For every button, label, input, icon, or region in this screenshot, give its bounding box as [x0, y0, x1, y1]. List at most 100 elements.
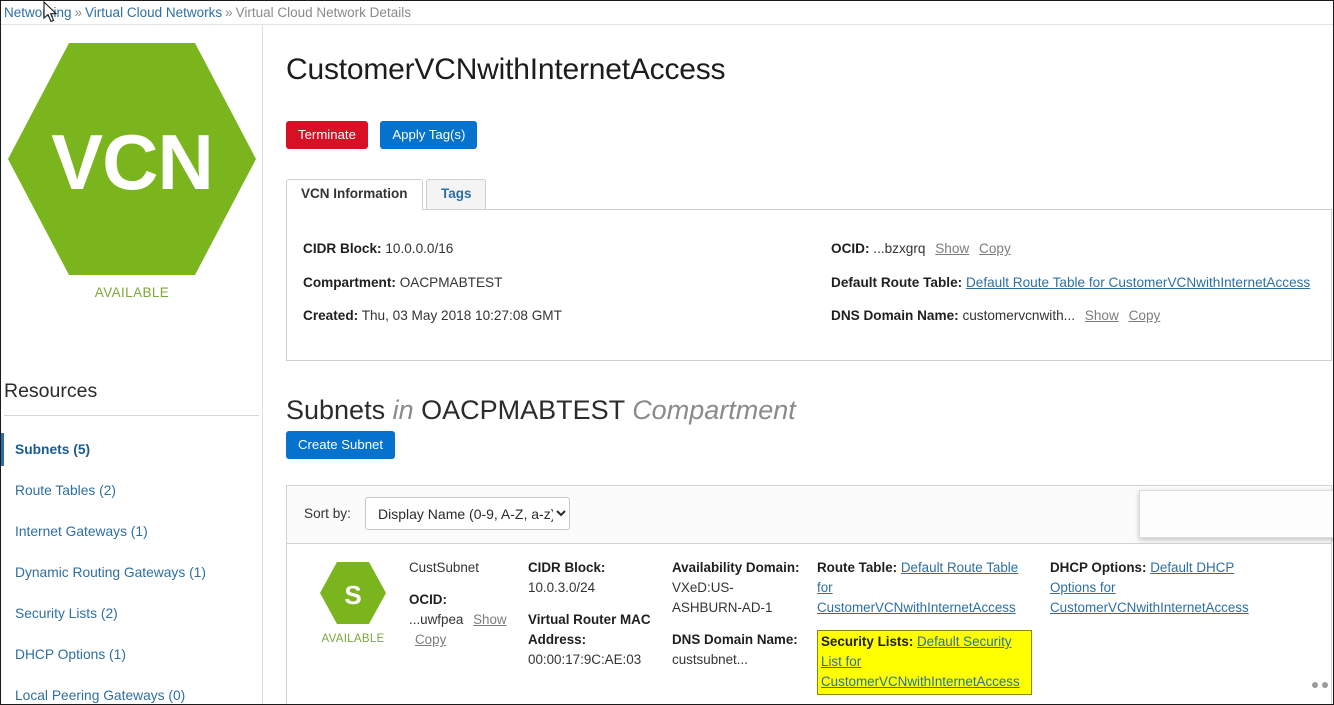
vcn-info-left-column: CIDR Block: 10.0.0.0/16 Compartment: OAC… [303, 240, 823, 341]
breadcrumb-separator-1: » [72, 5, 86, 20]
ocid-row: OCID: ...bzxgrq Show Copy [831, 240, 1334, 258]
subnet-cidr-block: CIDR Block: 10.0.3.0/24 [528, 558, 658, 598]
subnet-security-lists-label: Security Lists: [821, 634, 913, 649]
subnet-dhcp-options-label: DHCP Options: [1050, 560, 1146, 575]
dns-show-link[interactable]: Show [1085, 308, 1119, 323]
breadcrumb-link-networking[interactable]: Networking [4, 5, 72, 20]
vcn-info-right-column: OCID: ...bzxgrq Show Copy Default Route … [831, 240, 1334, 341]
subnet-dhcp-cell: DHCP Options: Default DHCP Options for C… [1050, 558, 1265, 630]
subnet-ocid-value: ...uwfpea [409, 612, 463, 627]
sidebar-divider [262, 25, 263, 705]
created-row: Created: Thu, 03 May 2018 10:27:08 GMT [303, 307, 823, 325]
cidr-block-row: CIDR Block: 10.0.0.0/16 [303, 240, 823, 258]
tab-vcn-information[interactable]: VCN Information [286, 179, 423, 209]
subnet-ocid-block: OCID: ...uwfpea Show Copy [409, 590, 514, 650]
vcn-logo-block: VCN AVAILABLE [1, 37, 263, 300]
ocid-copy-link[interactable]: Copy [979, 241, 1011, 256]
action-button-row: Terminate Apply Tag(s) [286, 121, 477, 149]
subnet-ocid-label: OCID: [409, 592, 447, 607]
subnets-heading-main: Subnets [286, 395, 385, 425]
create-subnet-button[interactable]: Create Subnet [286, 431, 395, 459]
subnet-name-cell: CustSubnet OCID: ...uwfpea Show Copy [409, 558, 514, 662]
created-label: Created: [303, 308, 358, 323]
default-route-table-link[interactable]: Default Route Table for CustomerVCNwithI… [966, 275, 1310, 290]
sidebar-item-subnets[interactable]: Subnets (5) [1, 429, 263, 470]
subnet-hexagon-icon: S [319, 560, 387, 626]
subnets-heading: Subnets in OACPMABTEST Compartment [286, 395, 796, 426]
subnets-heading-in: in [393, 395, 414, 425]
svg-text:VCN: VCN [51, 118, 213, 206]
cidr-block-value: 10.0.0.0/16 [385, 241, 453, 256]
tab-bar: VCN Information Tags [286, 179, 486, 209]
subnet-route-table-label: Route Table: [817, 560, 897, 575]
subnet-ad-label: Availability Domain: [672, 560, 800, 575]
vcn-hexagon-icon: VCN [7, 37, 257, 281]
subnet-vr-mac-value: 00:00:17:9C:AE:03 [528, 652, 641, 667]
resources-divider [4, 415, 259, 416]
terminate-button[interactable]: Terminate [286, 121, 368, 149]
subnet-ad-value: VXeD:US-ASHBURN-AD-1 [672, 580, 772, 615]
vcn-information-panel: CIDR Block: 10.0.0.0/16 Compartment: OAC… [286, 209, 1332, 361]
sidebar-item-route-tables[interactable]: Route Tables (2) [1, 470, 263, 511]
subnet-routing-cell: Route Table: Default Route Table for Cus… [817, 558, 1032, 705]
subnet-dns-block: DNS Domain Name: custsubnet... [672, 630, 802, 670]
breadcrumb: Networking»Virtual Cloud Networks»Virtua… [1, 1, 1333, 25]
sidebar-item-local-peering-gateways[interactable]: Local Peering Gateways (0) [1, 675, 263, 705]
subnet-status-label: AVAILABLE [297, 629, 409, 649]
sidebar-item-security-lists[interactable]: Security Lists (2) [1, 593, 263, 634]
subnet-vr-mac-block: Virtual Router MAC Address: 00:00:17:9C:… [528, 610, 658, 670]
subnet-dhcp-options-block: DHCP Options: Default DHCP Options for C… [1050, 558, 1265, 618]
vcn-details-page: Networking»Virtual Cloud Networks»Virtua… [0, 0, 1334, 705]
sidebar-item-internet-gateways[interactable]: Internet Gateways (1) [1, 511, 263, 552]
subnet-dns-label: DNS Domain Name: [672, 632, 798, 647]
subnet-route-table-block: Route Table: Default Route Table for Cus… [817, 558, 1032, 618]
subnet-status-cell: S AVAILABLE [297, 560, 409, 649]
subnet-security-lists-highlight: Security Lists: Default Security List fo… [817, 630, 1032, 695]
created-value: Thu, 03 May 2018 10:27:08 GMT [362, 308, 562, 323]
ocid-show-link[interactable]: Show [935, 241, 969, 256]
subnets-heading-compartment: OACPMABTEST [421, 395, 625, 425]
breadcrumb-link-virtual-cloud-networks[interactable]: Virtual Cloud Networks [85, 5, 222, 20]
subnet-display-name: CustSubnet [409, 558, 514, 578]
default-route-table-label: Default Route Table: [831, 275, 962, 290]
subnet-cidr-label: CIDR Block: [528, 560, 605, 575]
subnet-ad-cell: Availability Domain: VXeD:US-ASHBURN-AD-… [672, 558, 802, 682]
pagination-dot-1 [1312, 682, 1318, 688]
cidr-block-label: CIDR Block: [303, 241, 382, 256]
svg-text:S: S [344, 580, 361, 610]
subnet-cidr-value: 10.0.3.0/24 [528, 580, 595, 595]
compartment-label: Compartment: [303, 275, 396, 290]
tab-tags[interactable]: Tags [426, 179, 487, 209]
page-title: CustomerVCNwithInternetAccess [286, 53, 725, 87]
compartment-row: Compartment: OACPMABTEST [303, 274, 823, 292]
apply-tags-button[interactable]: Apply Tag(s) [380, 121, 477, 149]
sort-by-label: Sort by: [304, 506, 351, 521]
ocid-value: ...bzxgrq [873, 241, 925, 256]
sort-by-select[interactable]: Display Name (0-9, A-Z, a-z) [365, 497, 570, 530]
compartment-value: OACPMABTEST [400, 275, 503, 290]
ocid-label: OCID: [831, 241, 870, 256]
sidebar: VCN AVAILABLE Resources Subnets (5) Rout… [1, 25, 263, 705]
main-content: CustomerVCNwithInternetAccess Terminate … [264, 25, 1333, 705]
sidebar-item-dhcp-options[interactable]: DHCP Options (1) [1, 634, 263, 675]
pagination-dot-2 [1322, 682, 1328, 688]
sidebar-item-dynamic-routing-gateways[interactable]: Dynamic Routing Gateways (1) [1, 552, 263, 593]
overlay-popup[interactable] [1139, 490, 1334, 538]
subnet-ocid-copy-link[interactable]: Copy [415, 632, 446, 647]
subnet-cidr-cell: CIDR Block: 10.0.3.0/24 Virtual Router M… [528, 558, 658, 682]
subnet-ocid-show-link[interactable]: Show [473, 612, 507, 627]
dns-domain-value: customervcnwith... [962, 308, 1075, 323]
resources-heading: Resources [1, 380, 263, 403]
table-row: S AVAILABLE CustSubnet OCID: ...uwfpea S… [287, 544, 1331, 705]
resources-list: Subnets (5) Route Tables (2) Internet Ga… [1, 429, 263, 705]
create-subnet-row: Create Subnet [286, 431, 395, 459]
breadcrumb-separator-2: » [222, 5, 236, 20]
breadcrumb-current: Virtual Cloud Network Details [236, 5, 411, 20]
pagination-dots [1312, 675, 1332, 683]
vcn-status-label: AVAILABLE [1, 285, 263, 300]
dns-domain-row: DNS Domain Name: customervcnwith... Show… [831, 307, 1334, 325]
dns-copy-link[interactable]: Copy [1129, 308, 1161, 323]
subnet-vr-mac-label: Virtual Router MAC Address: [528, 612, 651, 647]
default-route-table-row: Default Route Table: Default Route Table… [831, 274, 1334, 292]
dns-domain-label: DNS Domain Name: [831, 308, 959, 323]
